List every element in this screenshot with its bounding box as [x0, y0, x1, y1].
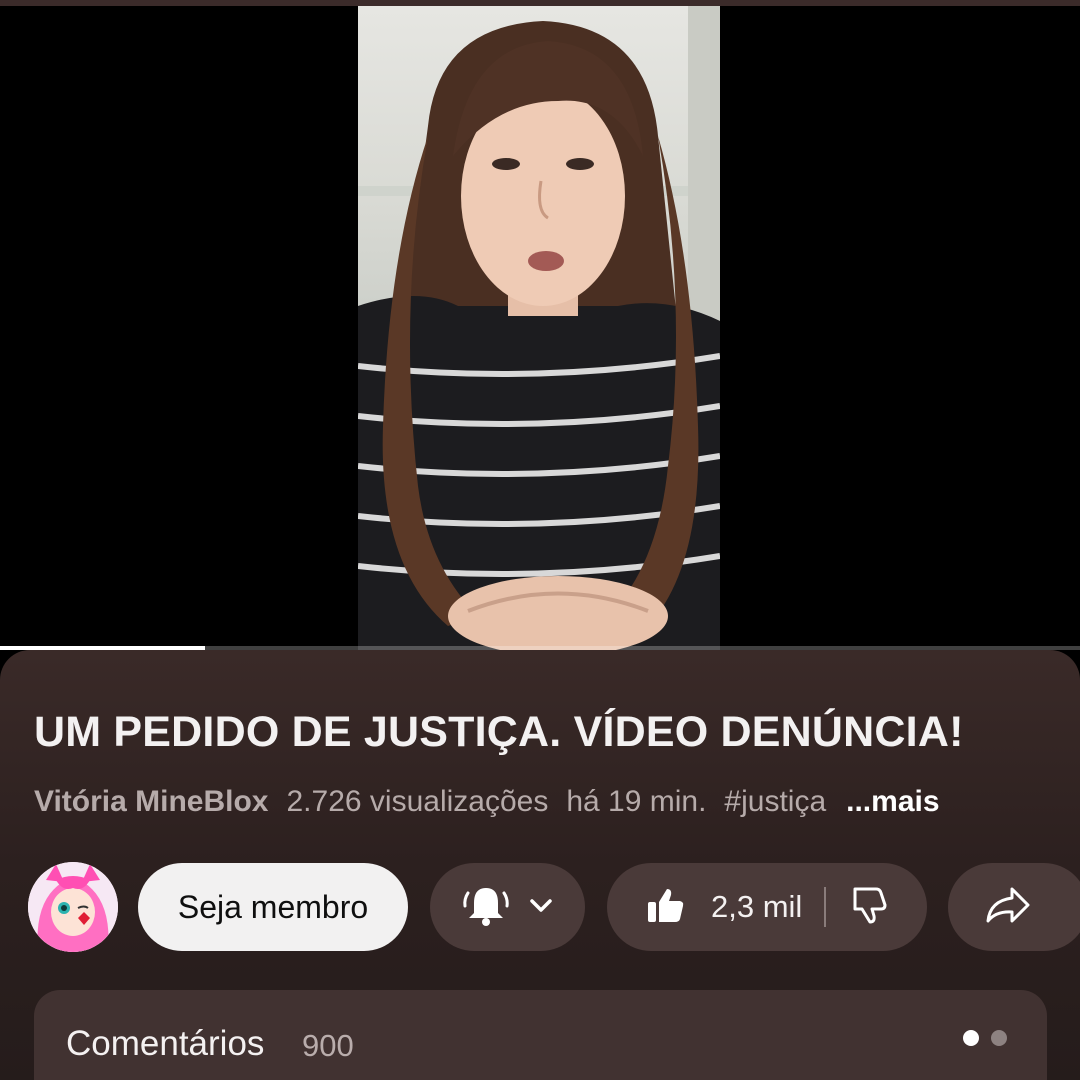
like-button[interactable]: 2,3 mil — [607, 863, 802, 951]
chevron-down-icon — [526, 890, 556, 925]
avatar-illustration — [28, 862, 118, 952]
view-count: 2.726 visualizações — [286, 785, 549, 818]
share-button[interactable] — [948, 863, 1080, 951]
video-thumbnail-person — [358, 6, 720, 650]
video-player[interactable] — [0, 0, 1080, 650]
notification-button[interactable] — [430, 863, 585, 951]
like-dislike-group: 2,3 mil — [607, 863, 927, 951]
dislike-button[interactable] — [826, 863, 914, 951]
bell-icon — [460, 879, 512, 936]
share-icon — [984, 885, 1032, 930]
more-link[interactable]: ...mais — [846, 785, 939, 819]
comments-count: 900 — [302, 1028, 354, 1063]
page-dot — [991, 1030, 1007, 1046]
channel-avatar[interactable] — [28, 862, 118, 952]
video-title[interactable]: UM PEDIDO DE JUSTIÇA. VÍDEO DENÚNCIA! — [34, 708, 1064, 757]
video-frame[interactable] — [358, 6, 720, 650]
like-count: 2,3 mil — [711, 889, 803, 924]
thumbs-down-icon — [850, 885, 890, 930]
video-info-sheet: UM PEDIDO DE JUSTIÇA. VÍDEO DENÚNCIA! Vi… — [0, 650, 1080, 1080]
comments-title: Comentários — [66, 1024, 265, 1063]
page-dot-active — [963, 1030, 979, 1046]
thumbs-up-icon — [645, 885, 685, 930]
join-button[interactable]: Seja membro — [138, 863, 408, 951]
channel-name[interactable]: Vitória MineBlox — [34, 785, 269, 819]
hashtag-link[interactable]: #justiça — [724, 785, 826, 819]
join-button-label: Seja membro — [177, 888, 369, 925]
video-meta[interactable]: Vitória MineBlox 2.726 visualizações há … — [34, 785, 940, 819]
comments-card[interactable]: Comentários 900 — [34, 990, 1047, 1080]
upload-age: há 19 min. — [566, 785, 707, 818]
